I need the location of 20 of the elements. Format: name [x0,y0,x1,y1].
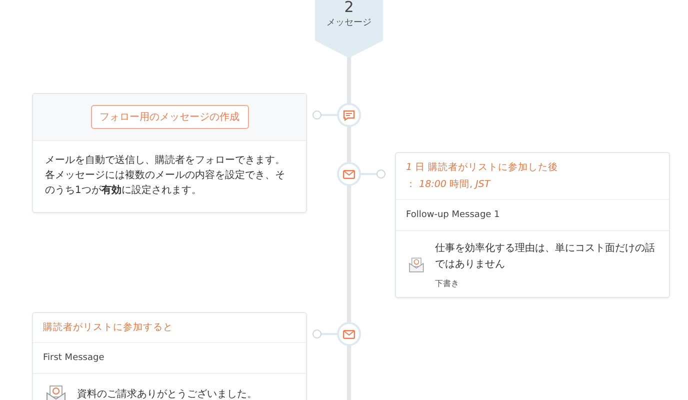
description-text: メールを自動で送信し、購読者をフォローできます。各メッセージには複数のメールの内容を設定でき、そのうち1つが有効に設定されます。 [44,154,286,198]
status-label: 下書き [434,278,460,289]
chat-bubble-icon [343,110,355,120]
trigger-text: ： 18:00 時間, JST [406,178,492,192]
timeline-node[interactable] [337,162,361,186]
timeline-node[interactable] [337,103,361,127]
trigger-text: 購読者がリストに参加すると [43,321,174,335]
email-subject[interactable]: 資料のご請求ありがとうございました。 [77,387,257,400]
connector-handle[interactable] [360,169,386,179]
email-subject[interactable]: 仕事を効率化する理由は、単にコスト面だけの話ではありません [434,241,657,273]
trigger-text: 1 日 購読者がリストに参加した後 [406,161,560,175]
timeline-node[interactable] [337,322,361,346]
message-name: Follow-up Message 1 [396,200,669,231]
step-label: メッセージ [326,17,372,29]
message-name: First Message [33,343,306,374]
envelope-icon [343,170,355,178]
connector-handle[interactable] [312,329,338,339]
connector-handle[interactable] [312,110,338,120]
envelope-icon [343,330,355,338]
step-number: 2 [344,0,354,14]
